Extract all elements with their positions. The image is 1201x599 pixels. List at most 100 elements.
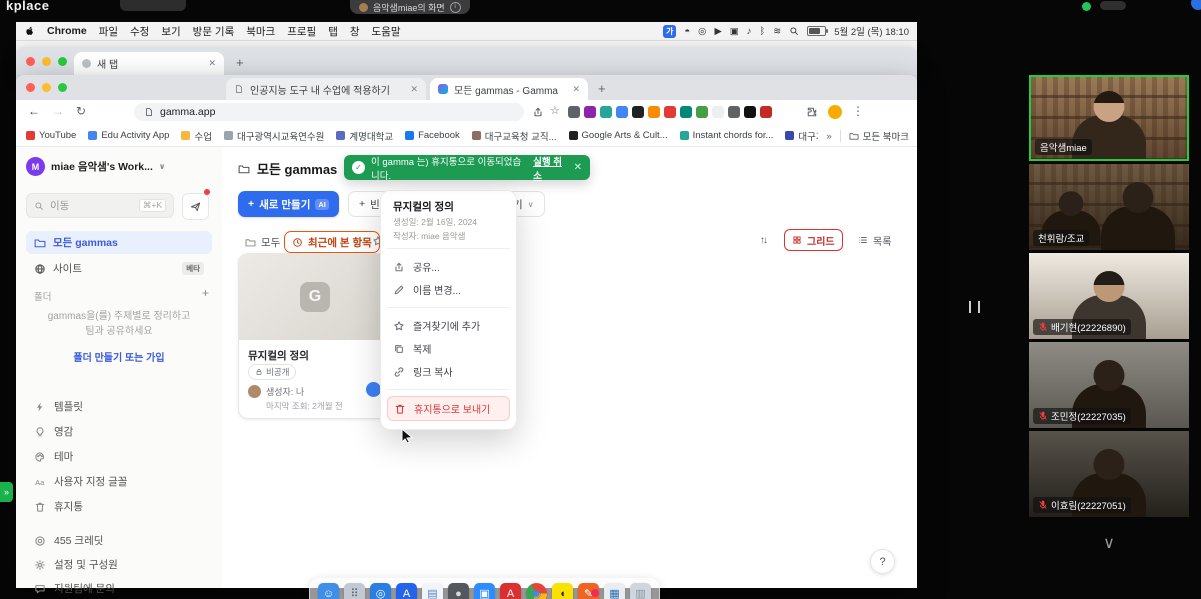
bookmarks-overflow-icon[interactable]: »: [826, 131, 831, 142]
chat-status-icon[interactable]: ◓: [684, 26, 690, 37]
address-bar[interactable]: gamma.app: [134, 103, 524, 121]
menu-bookmarks[interactable]: 북마크: [246, 24, 275, 39]
menu-item-duplicate[interactable]: 복제: [387, 337, 510, 360]
zoom-window-button[interactable]: [58, 83, 67, 92]
info-icon[interactable]: i: [450, 2, 461, 13]
dock-zoom-icon[interactable]: ▣: [474, 583, 495, 599]
invite-button[interactable]: [182, 193, 209, 220]
undo-link[interactable]: 실행 취소: [533, 154, 567, 182]
extension-icon[interactable]: [712, 106, 724, 118]
menu-item-add-favorite[interactable]: 즐겨찾기에 추가: [387, 314, 510, 337]
grid-view-toggle[interactable]: 그리드: [784, 229, 843, 251]
extension-icon[interactable]: [680, 106, 692, 118]
browser-profile-avatar[interactable]: [828, 105, 842, 119]
sort-button[interactable]: ↑↓: [760, 235, 766, 246]
zoom-window-button[interactable]: [58, 57, 67, 66]
wifi-status-icon[interactable]: ≋: [773, 26, 781, 37]
extensions-puzzle-icon[interactable]: [806, 106, 818, 118]
extension-icon[interactable]: [568, 106, 580, 118]
menu-window[interactable]: 창: [350, 24, 360, 39]
extension-icon[interactable]: [760, 106, 772, 118]
sidebar-item-themes[interactable]: 테마: [26, 445, 212, 468]
bookmark-item[interactable]: Google Arts & Cult...: [569, 130, 668, 141]
meeting-profile-avatar[interactable]: [1191, 0, 1201, 10]
close-tab-icon[interactable]: ✕: [572, 84, 580, 95]
new-tab-button[interactable]: +: [236, 55, 244, 70]
sidebar-item-contact-support[interactable]: 지원팀에 문의: [26, 577, 212, 599]
dock-app-store-icon[interactable]: A: [396, 583, 417, 599]
filter-recently-viewed[interactable]: 최근에 본 항목: [284, 231, 380, 253]
sidebar-item-sites[interactable]: 사이트 베타: [26, 257, 212, 280]
menu-profiles[interactable]: 프로필: [287, 24, 316, 39]
sidebar-item-all-gammas[interactable]: 모든 gammas: [26, 231, 212, 254]
screen-share-banner[interactable]: 음악샘miae의 화면 i: [350, 0, 470, 14]
sidebar-item-custom-fonts[interactable]: 사용자 지정 글꼴: [26, 470, 212, 493]
create-folder-link[interactable]: 폴더 만들기 또는 가입: [30, 349, 208, 364]
menu-file[interactable]: 파일: [99, 24, 118, 39]
dock-kakaotalk-icon[interactable]: ◖: [552, 583, 573, 599]
input-source-icon[interactable]: 가: [663, 25, 676, 38]
bookmark-item[interactable]: 계명대학교: [336, 129, 393, 143]
dock-docs-icon[interactable]: ▤: [422, 583, 443, 599]
share-page-icon[interactable]: [532, 106, 544, 118]
extension-icon[interactable]: [616, 106, 628, 118]
dock-trash-icon[interactable]: ▥: [630, 583, 651, 599]
extension-icon[interactable]: [696, 106, 708, 118]
extension-icon[interactable]: [600, 106, 612, 118]
extension-icon[interactable]: [664, 106, 676, 118]
extension-icon[interactable]: [632, 106, 644, 118]
dock-chrome-icon[interactable]: ◉: [526, 583, 547, 599]
list-view-toggle[interactable]: 목록: [851, 229, 898, 251]
browser-menu-icon[interactable]: ⋮: [852, 104, 864, 118]
dock-safari-icon[interactable]: ◎: [370, 583, 391, 599]
screen-record-status-icon[interactable]: ◎: [698, 26, 706, 37]
background-browser-window[interactable]: 새 탭 ✕ +: [16, 47, 917, 75]
menu-edit[interactable]: 수정: [130, 24, 149, 39]
create-new-button[interactable]: + 새로 만들기 AI: [238, 191, 339, 217]
bookmark-item[interactable]: YouTube: [26, 130, 76, 141]
menu-tab[interactable]: 탭: [328, 24, 338, 39]
reload-button[interactable]: ↻: [76, 104, 86, 118]
dock-acrobat-icon[interactable]: A: [500, 583, 521, 599]
participant-video-tile[interactable]: 이효림(22227051): [1029, 431, 1189, 517]
site-info-icon[interactable]: [144, 107, 154, 117]
dock-launchpad-icon[interactable]: ⠿: [344, 583, 365, 599]
sidebar-item-credits[interactable]: 455 크레딧: [26, 529, 212, 552]
bookmark-item[interactable]: 대구광역시교육연수원: [224, 129, 324, 143]
menu-item-send-to-trash[interactable]: 휴지통으로 보내기: [387, 396, 510, 421]
meeting-toolbar-control[interactable]: [1100, 1, 1126, 10]
bluetooth-status-icon[interactable]: ᛒ: [760, 26, 766, 37]
sound-status-icon[interactable]: ♪: [747, 26, 752, 37]
stage-manager-icon[interactable]: ▣: [730, 26, 739, 37]
extension-icon[interactable]: [648, 106, 660, 118]
all-bookmarks-button[interactable]: 모든 북마크: [849, 129, 909, 143]
menu-item-share[interactable]: 공유...: [387, 255, 510, 278]
extension-icon[interactable]: [584, 106, 596, 118]
sidebar-item-trash[interactable]: 휴지통: [26, 495, 212, 518]
close-window-button[interactable]: [26, 83, 35, 92]
menu-help[interactable]: 도움말: [372, 24, 401, 39]
close-tab-icon[interactable]: ✕: [208, 58, 216, 69]
minimize-window-button[interactable]: [42, 57, 51, 66]
menubar-datetime[interactable]: 5월 2일 (목) 18:10: [834, 24, 909, 38]
search-input[interactable]: 이동 ⌘+K: [26, 193, 174, 218]
bookmark-item[interactable]: Facebook: [405, 130, 460, 141]
forward-button[interactable]: →: [52, 104, 64, 118]
participant-video-tile[interactable]: 배기현(22226890): [1029, 253, 1189, 339]
dock-recorder-icon[interactable]: ●: [448, 583, 469, 599]
participant-video-tile[interactable]: 천휘람/조교: [1029, 164, 1189, 250]
participant-video-tile[interactable]: 조민정(22227035): [1029, 342, 1189, 428]
play-status-icon[interactable]: ▶: [714, 26, 721, 37]
tab-ai-tools[interactable]: 인공지능 도구 내 수업에 적용하기 ✕: [226, 78, 426, 100]
add-folder-button[interactable]: +: [202, 286, 209, 300]
help-button[interactable]: ?: [870, 549, 895, 574]
tab-new-tab[interactable]: 새 탭 ✕: [74, 52, 224, 75]
panel-resize-handle[interactable]: [969, 301, 980, 313]
close-tab-icon[interactable]: ✕: [410, 84, 418, 95]
menu-view[interactable]: 보기: [161, 24, 180, 39]
gamma-card[interactable]: G 뮤지컬의 정의 비공개 생성자: 나 마지막 조회: 2개월 전: [238, 253, 392, 419]
menu-item-copy-link[interactable]: 링크 복사: [387, 360, 510, 383]
filter-all[interactable]: 모두: [238, 231, 287, 253]
bookmark-item[interactable]: 수업: [181, 129, 211, 143]
sidebar-item-templates[interactable]: 템플릿: [26, 395, 212, 418]
